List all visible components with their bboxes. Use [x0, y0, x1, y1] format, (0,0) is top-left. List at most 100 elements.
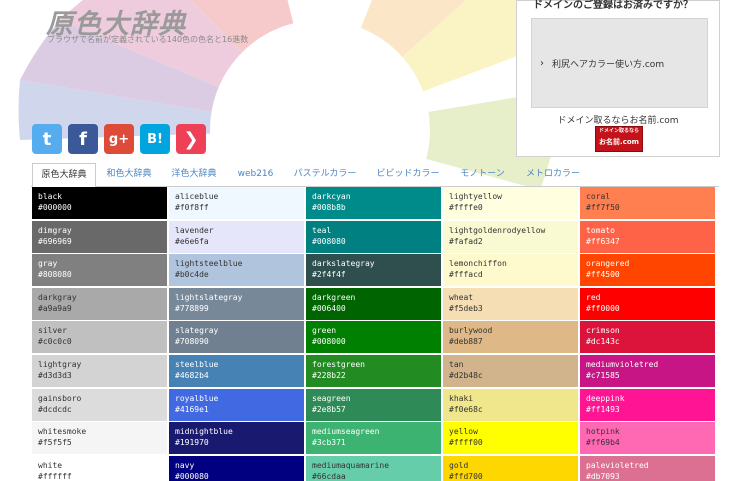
color-hex: #d3d3d3: [38, 371, 72, 380]
tab-0[interactable]: 原色大辞典: [32, 163, 96, 188]
color-cell-wheat[interactable]: wheat #f5deb3: [443, 287, 578, 320]
color-cell-dimgray[interactable]: dimgray #696969: [32, 220, 167, 253]
color-cell-lightslategray[interactable]: lightslategray #778899: [169, 287, 304, 320]
color-hex: #006400: [312, 303, 346, 313]
color-hex: #008000: [312, 337, 346, 347]
color-hex: #708090: [175, 337, 209, 347]
color-cell-teal[interactable]: teal #008080: [306, 220, 441, 253]
ad-heading: ドメインのご登録はお済みですか？: [533, 0, 693, 11]
color-cell-darkgray[interactable]: darkgray #a9a9a9: [32, 287, 167, 320]
domain-ad-box: ドメインのご登録はお済みですか？ › 利尻ヘアカラー使い方.com ドメイン取る…: [516, 0, 720, 157]
pocket-icon[interactable]: ❯: [176, 124, 206, 154]
color-cell-darkcyan[interactable]: darkcyan #008b8b: [306, 187, 441, 219]
color-cell-mediumvioletred[interactable]: mediumvioletred #c71585: [580, 355, 715, 387]
onamae-banner[interactable]: ドメイン取るなら お名前.com: [595, 126, 643, 152]
color-grid: black #000000 dimgray #696969 gray #808080 dar…: [32, 187, 718, 481]
color-hex: #008b8b: [312, 203, 346, 212]
color-name: gray: [38, 259, 58, 269]
category-tabs: 原色大辞典 和色大辞典 洋色大辞典 web216 パステルカラー ビビッドカラー モノトーン…: [31, 162, 719, 188]
hatena-bookmark-icon[interactable]: B!: [140, 124, 170, 154]
ad-link-box[interactable]: › 利尻ヘアカラー使い方.com: [531, 18, 708, 108]
color-cell-royalblue[interactable]: royalblue #4169e1: [169, 388, 304, 421]
color-hex: #f5deb3: [449, 303, 483, 313]
color-cell-white[interactable]: white #ffffff: [32, 455, 167, 481]
color-cell-whitesmoke[interactable]: whitesmoke #f5f5f5: [32, 422, 167, 455]
color-hex: #f0f8ff: [175, 203, 209, 212]
color-hex: #b0c4de: [175, 270, 209, 280]
color-cell-coral[interactable]: coral #ff7f50: [580, 187, 715, 219]
color-cell-seagreen[interactable]: seagreen #2e8b57: [306, 388, 441, 421]
tab-5[interactable]: ビビッドカラー: [368, 163, 448, 185]
twitter-icon[interactable]: t: [32, 124, 62, 154]
color-hex: #dc143c: [586, 337, 620, 347]
color-cell-burlywood[interactable]: burlywood #deb887: [443, 321, 578, 354]
color-cell-mediumaquamarine[interactable]: mediumaquamarine #66cdaa: [306, 455, 441, 481]
color-cell-khaki[interactable]: khaki #f0e68c: [443, 388, 578, 421]
color-cell-crimson[interactable]: crimson #dc143c: [580, 321, 715, 354]
color-name: red: [586, 292, 601, 302]
color-cell-red[interactable]: red #ff0000: [580, 287, 715, 320]
color-cell-darkgreen[interactable]: darkgreen #006400: [306, 287, 441, 320]
color-name: orangered: [586, 259, 630, 269]
color-cell-forestgreen[interactable]: forestgreen #228b22: [306, 355, 441, 387]
color-name: darkslategray: [312, 259, 375, 269]
color-cell-gold[interactable]: gold #ffd700: [443, 455, 578, 481]
color-name: hotpink: [586, 427, 620, 437]
color-cell-tomato[interactable]: tomato #ff6347: [580, 220, 715, 253]
color-cell-mediumseagreen[interactable]: mediumseagreen #3cb371: [306, 422, 441, 455]
color-cell-orangered[interactable]: orangered #ff4500: [580, 254, 715, 287]
color-name: whitesmoke: [38, 427, 87, 437]
tab-6[interactable]: モノトーン: [450, 163, 515, 185]
color-name: mediumseagreen: [312, 427, 380, 437]
color-cell-lightyellow[interactable]: lightyellow #ffffe0: [443, 187, 578, 219]
tab-3[interactable]: web216: [228, 163, 283, 185]
color-hex: #deb887: [449, 337, 483, 347]
ad-caption[interactable]: ドメイン取るならお名前.com: [517, 113, 719, 126]
color-name: lightsteelblue: [175, 259, 243, 269]
color-name: gainsboro: [38, 393, 82, 403]
color-cell-slategray[interactable]: slategray #708090: [169, 321, 304, 354]
color-hex: #2e8b57: [312, 404, 346, 414]
color-cell-lightgoldenrodyellow[interactable]: lightgoldenrodyellow #fafad2: [443, 220, 578, 253]
color-hex: #ffffff: [38, 471, 72, 481]
tab-2[interactable]: 洋色大辞典: [163, 163, 225, 185]
color-name: crimson: [586, 326, 620, 336]
color-cell-palevioletred[interactable]: palevioletred #db7093: [580, 455, 715, 481]
color-hex: #db7093: [586, 471, 620, 481]
color-cell-yellow[interactable]: yellow #ffff00: [443, 422, 578, 455]
color-cell-steelblue[interactable]: steelblue #4682b4: [169, 355, 304, 387]
color-cell-navy[interactable]: navy #000080: [169, 455, 304, 481]
color-hex: #ffff00: [449, 438, 483, 448]
color-cell-darkslategray[interactable]: darkslategray #2f4f4f: [306, 254, 441, 287]
color-hex: #008080: [312, 236, 346, 246]
color-cell-aliceblue[interactable]: aliceblue #f0f8ff: [169, 187, 304, 219]
color-cell-hotpink[interactable]: hotpink #ff69b4: [580, 422, 715, 455]
color-cell-silver[interactable]: silver #c0c0c0: [32, 321, 167, 354]
color-cell-lightsteelblue[interactable]: lightsteelblue #b0c4de: [169, 254, 304, 287]
color-cell-gainsboro[interactable]: gainsboro #dcdcdc: [32, 388, 167, 421]
tab-4[interactable]: パステルカラー: [285, 163, 365, 185]
color-name: aliceblue: [175, 192, 219, 201]
color-cell-lightgray[interactable]: lightgray #d3d3d3: [32, 355, 167, 387]
color-name: white: [38, 460, 63, 470]
google-plus-icon[interactable]: g+: [104, 124, 134, 154]
color-cell-black[interactable]: black #000000: [32, 187, 167, 219]
color-cell-deeppink[interactable]: deeppink #ff1493: [580, 388, 715, 421]
facebook-icon[interactable]: f: [68, 124, 98, 154]
tab-7[interactable]: メトロカラー: [518, 163, 588, 185]
color-cell-tan[interactable]: tan #d2b48c: [443, 355, 578, 387]
color-hex: #ff6347: [586, 236, 620, 246]
color-cell-midnightblue[interactable]: midnightblue #191970: [169, 422, 304, 455]
color-cell-green[interactable]: green #008000: [306, 321, 441, 354]
color-name: dimgray: [38, 225, 72, 235]
color-hex: #ff1493: [586, 404, 620, 414]
tab-1[interactable]: 和色大辞典: [98, 163, 160, 185]
color-cell-gray[interactable]: gray #808080: [32, 254, 167, 287]
color-cell-lavender[interactable]: lavender #e6e6fa: [169, 220, 304, 253]
ad-link[interactable]: 利尻ヘアカラー使い方.com: [552, 57, 664, 70]
color-hex: #696969: [38, 236, 72, 246]
color-name: burlywood: [449, 326, 493, 336]
color-name: silver: [38, 326, 67, 336]
color-name: royalblue: [175, 393, 219, 403]
color-cell-lemonchiffon[interactable]: lemonchiffon #fffacd: [443, 254, 578, 287]
